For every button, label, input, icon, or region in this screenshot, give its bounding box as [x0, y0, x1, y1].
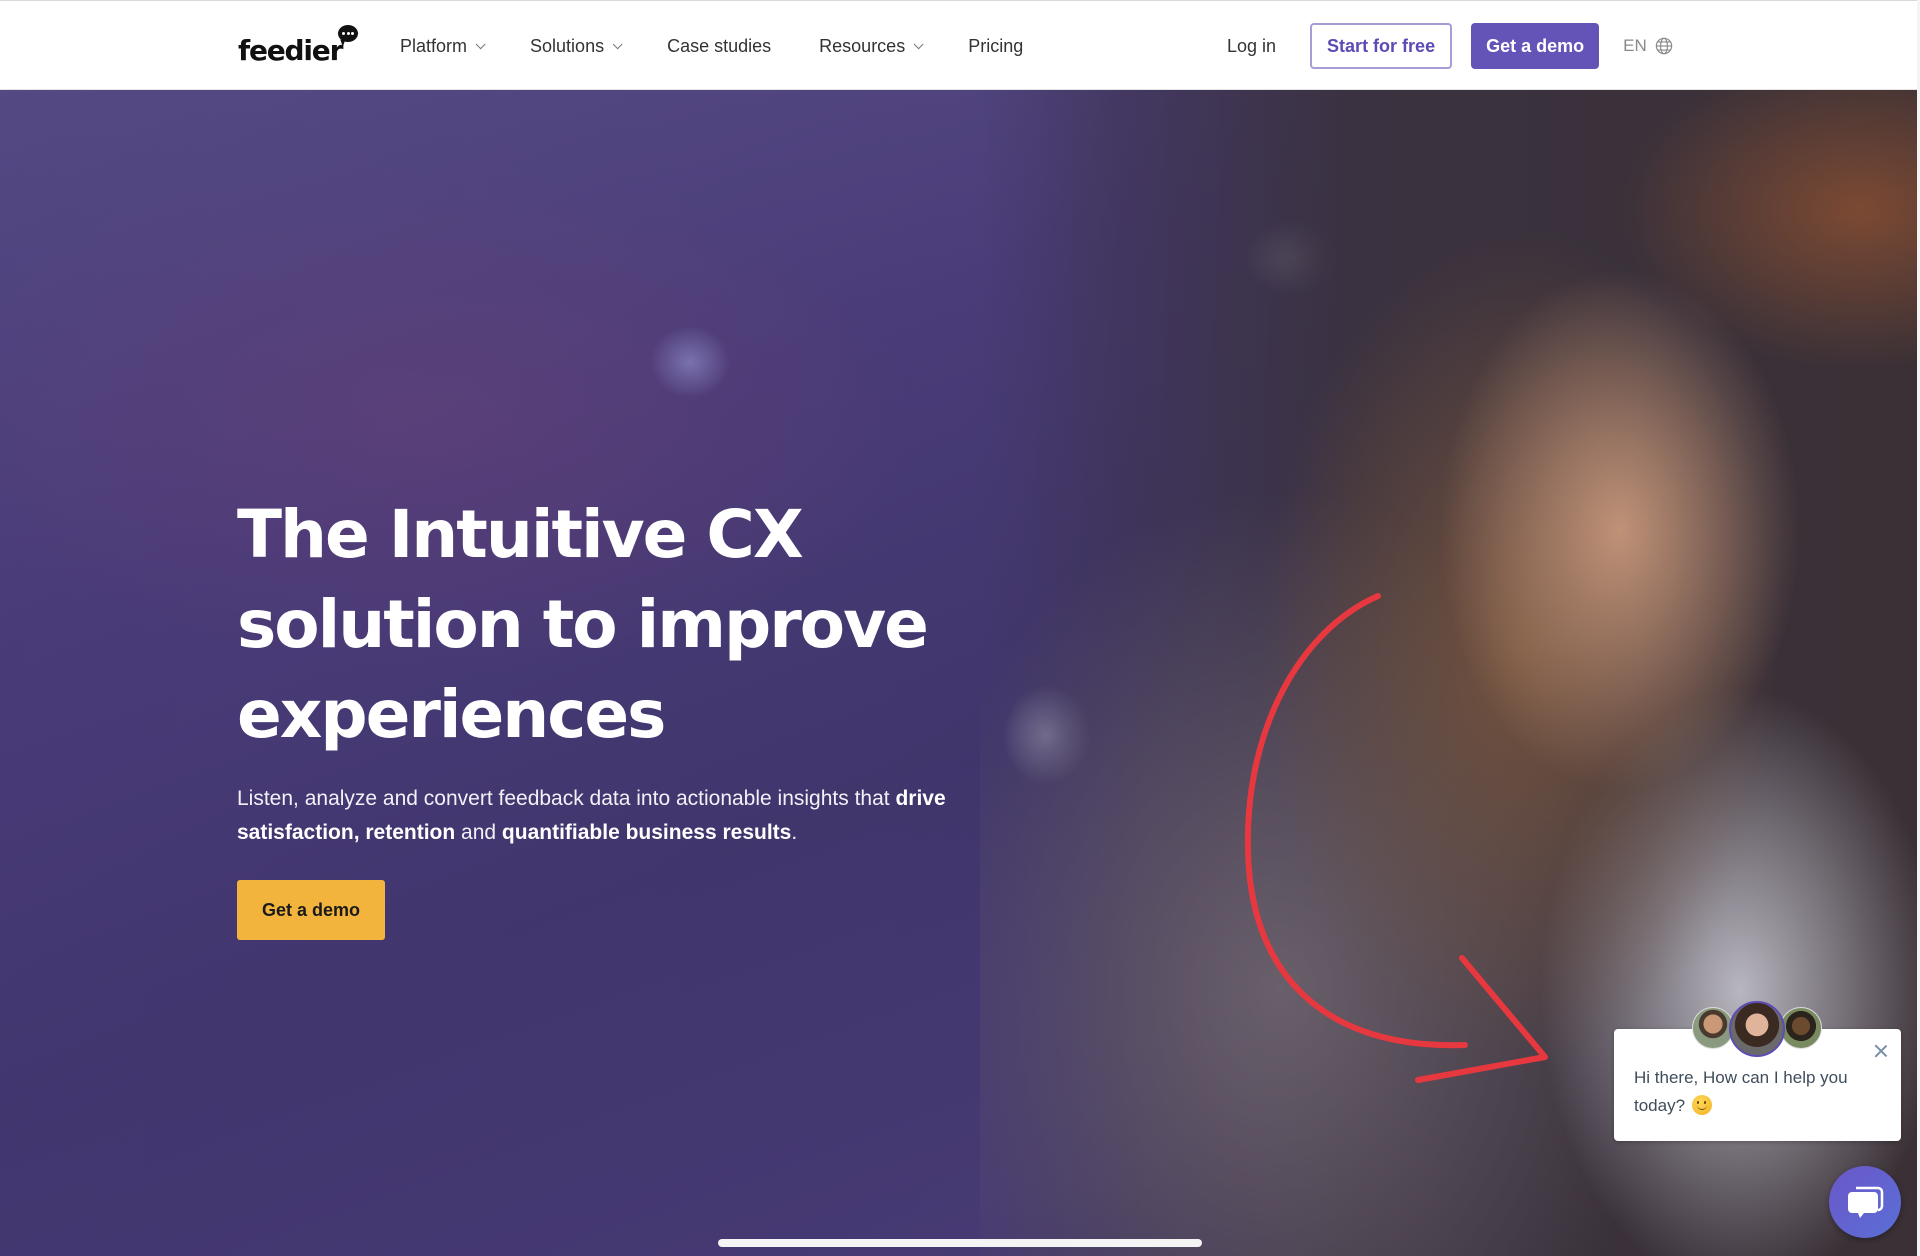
chevron-down-icon [475, 38, 486, 49]
close-icon[interactable] [1871, 1041, 1891, 1061]
top-navigation: feedier Platform Solutions Case studies … [0, 0, 1917, 90]
chat-bubbles-icon [1848, 1186, 1884, 1218]
hero-content: The Intuitive CX solution to improve exp… [237, 490, 997, 940]
globe-icon [1655, 37, 1672, 55]
get-demo-hero-button[interactable]: Get a demo [237, 880, 385, 940]
menu-item-solutions[interactable]: Solutions [530, 35, 623, 57]
main-menu: Platform Solutions Case studies Resource… [400, 1, 1071, 91]
menu-item-case-studies[interactable]: Case studies [667, 36, 771, 57]
agent-avatar [1780, 1007, 1822, 1049]
subtitle-text: . [791, 821, 798, 844]
start-for-free-button[interactable]: Start for free [1310, 23, 1453, 69]
feedier-logo[interactable]: feedier [238, 25, 358, 67]
chat-launcher-button[interactable] [1829, 1166, 1901, 1238]
subtitle-text: and [455, 821, 502, 844]
hero-title: The Intuitive CX solution to improve exp… [237, 490, 997, 760]
smiley-emoji-icon [1691, 1095, 1712, 1115]
subtitle-bold: quantifiable business results [501, 821, 792, 844]
hero-title-line: The Intuitive CX [237, 496, 804, 573]
chevron-down-icon [913, 38, 924, 49]
get-demo-nav-button[interactable]: Get a demo [1471, 23, 1600, 69]
menu-label: Platform [400, 35, 468, 56]
scroll-indicator[interactable] [718, 1239, 1202, 1247]
nav-actions: Log in Start for free Get a demo EN [1227, 1, 1673, 91]
menu-label: Case studies [667, 35, 772, 56]
chevron-down-icon [612, 38, 623, 49]
chat-message: Hi there, How can I help you today? [1634, 1064, 1874, 1120]
hero-subtitle: Listen, analyze and convert feedback dat… [237, 782, 997, 850]
speech-bubble-icon [338, 25, 358, 42]
hero-title-line: solution to improve [237, 586, 929, 663]
agent-avatar [1729, 1001, 1785, 1057]
menu-label: Pricing [968, 35, 1024, 56]
menu-item-resources[interactable]: Resources [819, 35, 924, 57]
menu-item-platform[interactable]: Platform [400, 35, 486, 57]
logo-text: feedier [238, 34, 343, 67]
language-selector[interactable]: EN [1623, 36, 1673, 56]
subtitle-text: Listen, analyze and convert feedback dat… [237, 787, 896, 810]
menu-label: Resources [819, 35, 906, 56]
agent-avatar [1692, 1007, 1734, 1049]
chat-message-text: Hi there, How can I help you today? [1634, 1068, 1848, 1115]
hero-title-line: experiences [237, 676, 666, 753]
menu-item-pricing[interactable]: Pricing [968, 36, 1023, 57]
menu-label: Solutions [530, 35, 605, 56]
language-label: EN [1623, 36, 1647, 55]
login-link[interactable]: Log in [1227, 36, 1276, 57]
